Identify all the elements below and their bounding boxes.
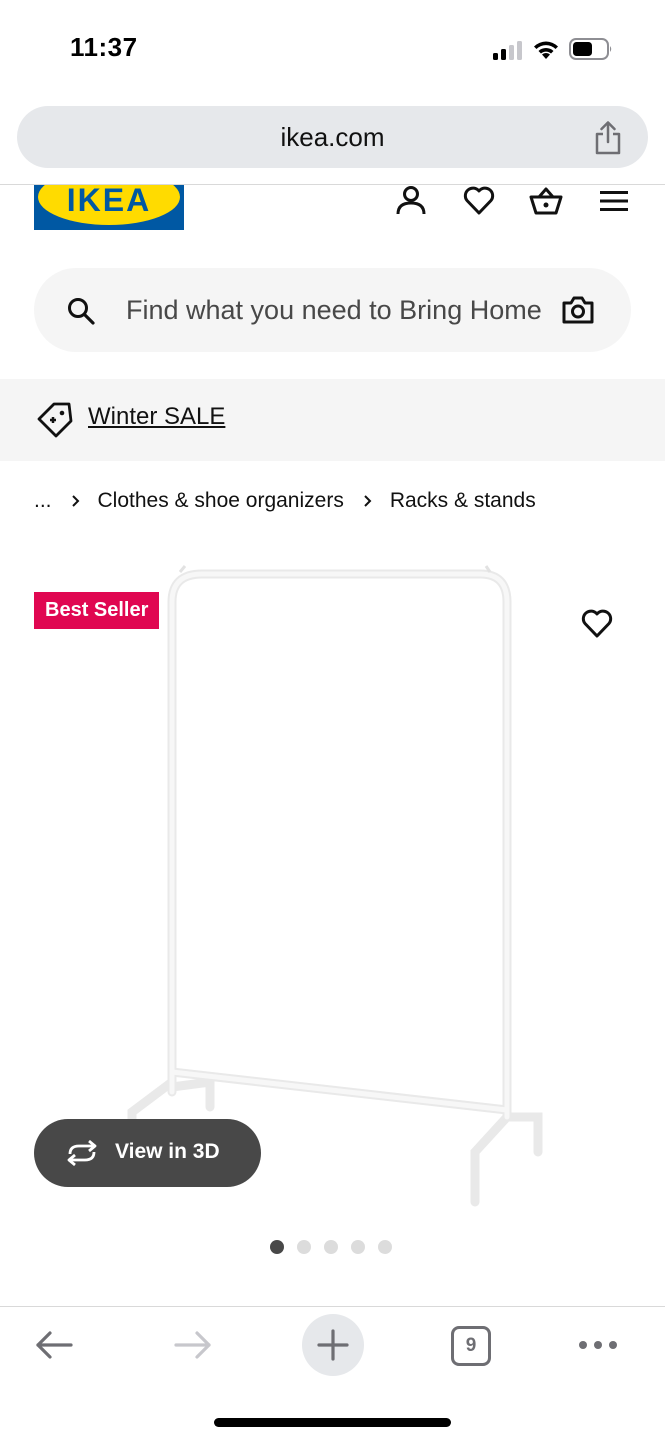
ikea-logo[interactable]: IKEA	[34, 185, 184, 230]
shopping-basket-icon[interactable]	[529, 184, 563, 218]
share-icon[interactable]	[592, 120, 624, 156]
more-options-icon[interactable]	[578, 1339, 618, 1351]
view-in-3d-label: View in 3D	[115, 1140, 220, 1163]
url-text: ikea.com	[280, 122, 385, 152]
promo-banner[interactable]: Winter SALE	[0, 379, 665, 461]
carousel-dot[interactable]	[324, 1240, 338, 1254]
back-arrow-icon[interactable]	[34, 1329, 74, 1361]
browser-toolbar: 9	[0, 1306, 665, 1440]
carousel-dot[interactable]	[297, 1240, 311, 1254]
cellular-signal-icon	[493, 40, 525, 60]
search-bar[interactable]: Find what you need to Bring Home	[34, 268, 631, 352]
save-to-favorites-heart-icon[interactable]	[580, 608, 614, 640]
chevron-right-icon	[364, 495, 372, 507]
plus-icon	[317, 1329, 349, 1361]
search-icon[interactable]	[66, 296, 96, 326]
new-tab-button[interactable]	[302, 1314, 364, 1376]
breadcrumb-ellipsis[interactable]: ...	[34, 489, 52, 513]
home-indicator	[214, 1418, 451, 1427]
status-time: 11:37	[70, 32, 138, 62]
camera-icon[interactable]	[561, 295, 595, 325]
breadcrumb: ... Clothes & shoe organizers Racks & st…	[34, 488, 536, 514]
product-image[interactable]	[110, 562, 560, 1212]
battery-icon	[569, 38, 612, 60]
carousel-dot[interactable]	[270, 1240, 284, 1254]
chevron-right-icon	[71, 495, 79, 507]
sale-tag-icon	[37, 402, 73, 438]
rotate-3d-icon	[67, 1140, 97, 1166]
account-icon[interactable]	[394, 184, 428, 218]
carousel-dot[interactable]	[351, 1240, 365, 1254]
search-input[interactable]: Find what you need to Bring Home	[126, 295, 544, 326]
view-in-3d-button[interactable]: View in 3D	[34, 1119, 261, 1187]
best-seller-badge: Best Seller	[34, 592, 160, 629]
breadcrumb-item[interactable]: Clothes & shoe organizers	[98, 489, 344, 513]
breadcrumb-item[interactable]: Racks & stands	[390, 489, 536, 513]
image-carousel-dots	[270, 1240, 392, 1254]
tabs-button[interactable]: 9	[451, 1326, 491, 1366]
favorites-heart-icon[interactable]	[462, 184, 496, 218]
address-bar[interactable]: ikea.com	[17, 106, 648, 168]
carousel-dot[interactable]	[378, 1240, 392, 1254]
logo-text: IKEA	[66, 185, 152, 218]
status-bar: 11:37	[0, 0, 665, 100]
forward-arrow-icon[interactable]	[173, 1329, 213, 1361]
winter-sale-link[interactable]: Winter SALE	[88, 403, 225, 431]
wifi-icon	[534, 41, 558, 59]
menu-icon[interactable]	[597, 184, 631, 218]
